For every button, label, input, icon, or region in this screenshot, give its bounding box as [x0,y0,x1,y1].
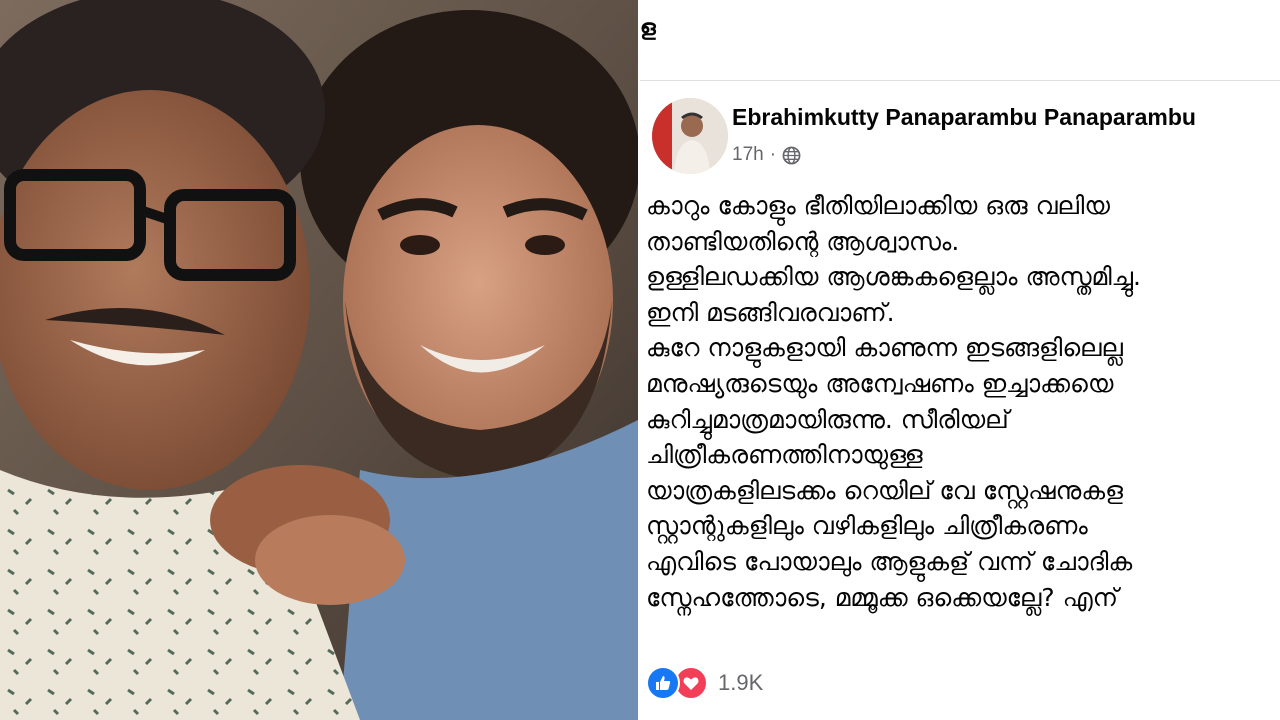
avatar-icon [652,98,728,174]
post-body-line: യാത്രകളിലടക്കം റെയില് വേ സ്റ്റേഷനുകള [646,475,1123,505]
header-fragment: ള [640,15,656,40]
like-icon [646,666,680,700]
post-body-line: ഇനി മടങ്ങിവരവാണ്. [646,297,895,327]
photo-icon [0,0,638,720]
post-meta: 17h · [732,142,801,168]
post-body-line: സ്റ്റാന്റുകളിലും വഴികളിലും ചിത്രീകരണം [646,511,1088,541]
post-photo[interactable] [0,0,638,720]
post-body: കാറും കോളും ഭീതിയിലാക്കിയ ഒരു വലിയ താണ്ട… [646,188,1280,615]
author-name[interactable]: Ebrahimkutty Panaparambu Panaparambu [732,102,1196,132]
post-time[interactable]: 17h [732,142,764,168]
facebook-post: ള Ebrahimkutty Panaparambu Panaparambu 1… [640,0,1280,720]
post-body-line: കുറിച്ചുമാത്രമായിരുന്നു. സീരിയല് [646,404,1009,434]
post-body-line: മനുഷ്യരുടെയും അന്വേഷണം ഇച്ചാക്കയെ [646,368,1114,398]
post-body-line: എവിടെ പോയാലും ആളുകള് വന്ന് ചോദിക [646,546,1133,576]
post-body-line: ചിത്രീകരണത്തിനായുള്ള [646,440,923,470]
post-body-line: താണ്ടിയതിന്റെ ആശ്വാസം. [646,226,960,256]
reaction-count: 1.9K [718,670,764,695]
post-body-line: കുറേ നാളുകളായി കാണുന്ന ഇടങ്ങളിലെല്ല [646,333,1123,363]
globe-icon[interactable] [782,146,801,165]
author-avatar[interactable] [652,98,728,174]
header-divider [640,80,1280,81]
post-body-line: സ്നേഹത്തോടെ, മമ്മൂക്ക ഒക്കെയല്ലേ? എന് [646,582,1119,612]
reaction-summary[interactable]: 1.9K [646,666,763,700]
post-body-line: ഉള്ളിലഡക്കിയ ആശങ്കകളെല്ലാം അസ്തമിച്ചു. [646,262,1141,292]
post-body-line: കാറും കോളും ഭീതിയിലാക്കിയ ഒരു വലിയ [646,191,1110,220]
meta-separator: · [769,144,777,165]
